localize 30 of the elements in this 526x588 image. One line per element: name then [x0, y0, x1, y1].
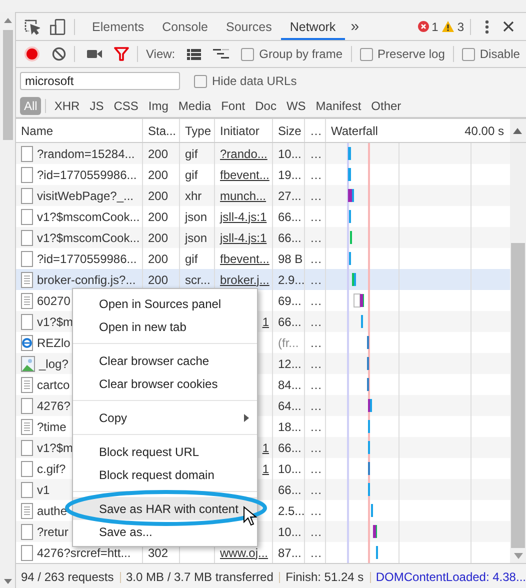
request-name: ?id=1770559986...: [37, 252, 137, 266]
view-label: View:: [146, 47, 176, 61]
checkbox-label: Preserve log: [378, 47, 445, 61]
request-name: REZlo: [37, 336, 70, 350]
request-name: broker-config.js?...: [37, 272, 136, 286]
request-name: v1?$m: [37, 314, 74, 328]
transfer-size: 3.0 MB / 3.7 MB transferred: [126, 570, 274, 584]
checkbox-label: Disable: [480, 47, 520, 61]
request-name: ?random=15284...: [37, 146, 135, 160]
request-name: ?retur: [37, 524, 68, 538]
finish-time: Finish: 51.24 s: [286, 570, 364, 584]
request-name: 4276?: [37, 398, 70, 412]
request-name: v1?$m: [37, 440, 74, 454]
request-name: ?id=1770559986...: [37, 168, 137, 182]
request-name: visitWebPage?_...: [37, 188, 134, 202]
request-name: ?time: [37, 420, 66, 434]
request-name: c.gif?: [37, 462, 66, 476]
request-name: cartco: [37, 378, 70, 392]
timeline-label: 40.00 s: [464, 124, 504, 138]
request-count: 94 / 263 requests: [21, 570, 114, 584]
request-name: _log?: [39, 356, 68, 370]
request-name: authe: [37, 504, 68, 518]
request-name: v1?$mscomCook...: [37, 210, 140, 224]
request-name: 4276?srcref=htt...: [37, 546, 131, 560]
checkbox-label: Group by frame: [259, 47, 343, 61]
request-name: v1?$mscomCook...: [37, 230, 140, 244]
checkbox-label: Hide data URLs: [212, 74, 297, 88]
request-name: v1: [37, 482, 50, 496]
request-name: 60270: [37, 294, 70, 308]
dom-content-loaded-time: DOMContentLoaded: 4.38...: [376, 570, 526, 584]
